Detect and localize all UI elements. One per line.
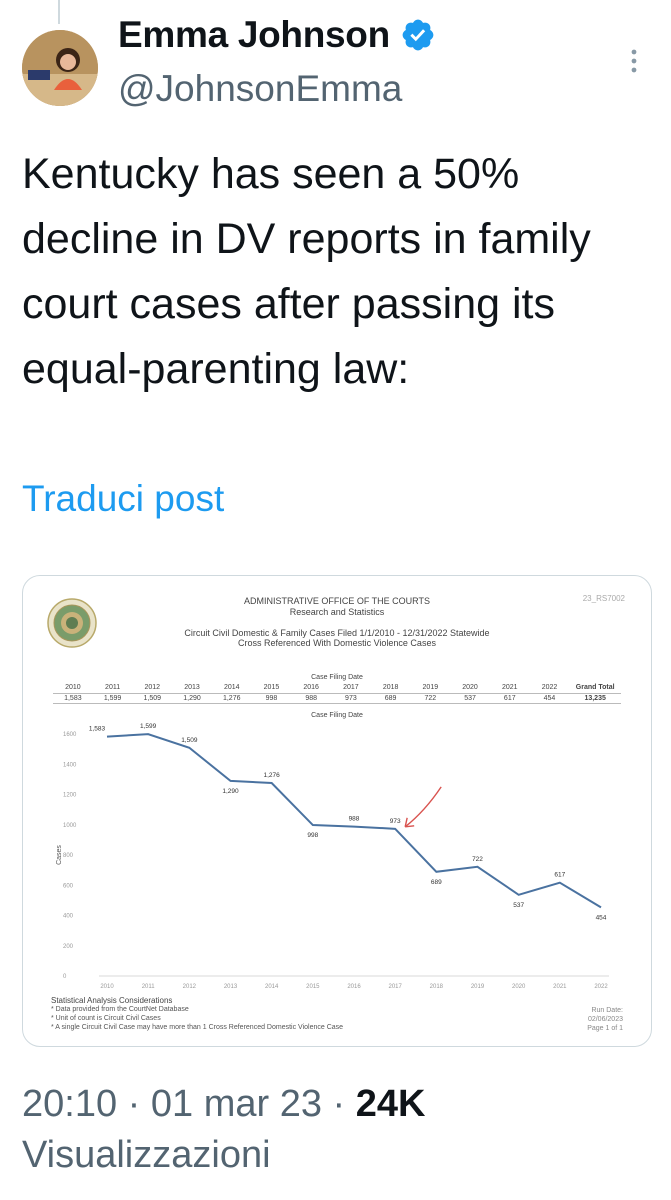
author-handle[interactable]: @JohnsonEmma xyxy=(118,68,402,110)
x-tick-label: 2011 xyxy=(142,984,156,990)
views-label[interactable]: Visualizzazioni xyxy=(22,1134,271,1177)
line-chart: 0 200 400 600 800 1000 1200 1400 1600 2010 2011 201… xyxy=(56,723,609,990)
thread-connector-line xyxy=(58,0,60,24)
x-tick-label: 2010 xyxy=(100,984,114,990)
page-number: Page 1 of 1 xyxy=(587,1025,623,1032)
data-label: 689 xyxy=(431,879,442,886)
x-tick-label: 2016 xyxy=(347,984,361,990)
data-label: 454 xyxy=(596,914,607,921)
x-tick-label: 2021 xyxy=(553,984,567,990)
author-name[interactable]: Emma Johnson xyxy=(118,14,390,56)
y-tick-label: 1000 xyxy=(63,823,77,829)
x-tick-label: 2018 xyxy=(430,984,444,990)
y-tick-label: 0 xyxy=(63,974,67,980)
data-label: 1,290 xyxy=(222,788,239,795)
x-tick-label: 2020 xyxy=(512,984,526,990)
x-tick-label: 2019 xyxy=(471,984,485,990)
y-tick-label: 1400 xyxy=(63,762,77,768)
run-date: 02/06/2023 xyxy=(587,1016,623,1023)
avatar[interactable] xyxy=(22,30,98,106)
x-tick-label: 2022 xyxy=(594,984,608,990)
footer-note: * A single Circuit Civil Case may have m… xyxy=(51,1024,344,1031)
footer-note: * Data provided from the CourtNet Databa… xyxy=(51,1006,189,1013)
x-tick-label: 2014 xyxy=(265,984,279,990)
run-date-label: Run Date: xyxy=(591,1007,623,1014)
attached-image[interactable]: 23_RS7002 ADMINISTRATIVE OFFICE OF THE C… xyxy=(22,575,652,1047)
footer-note: * Unit of count is Circuit Civil Cases xyxy=(51,1015,161,1022)
y-tick-label: 1200 xyxy=(63,793,77,799)
x-tick-label: 2012 xyxy=(183,984,197,990)
tweet-text: Kentucky has seen a 50% decline in DV re… xyxy=(22,150,591,393)
data-label: 722 xyxy=(472,856,483,863)
view-count[interactable]: 24K xyxy=(356,1083,426,1125)
data-label: 1,509 xyxy=(181,737,198,744)
run-info: Run Date: 02/06/2023 Page 1 of 1 xyxy=(587,1006,623,1033)
data-label: 1,599 xyxy=(140,723,157,730)
footer-notes: Statistical Analysis Considerations * Da… xyxy=(51,996,343,1032)
x-tick-label: 2017 xyxy=(388,984,402,990)
y-tick-label: 200 xyxy=(63,944,74,950)
translate-post-link[interactable]: Traduci post xyxy=(22,478,224,520)
data-label: 617 xyxy=(554,872,565,879)
y-tick-label: 400 xyxy=(63,914,74,920)
data-label: 537 xyxy=(513,902,524,909)
x-tick-label: 2015 xyxy=(306,984,320,990)
data-label: 998 xyxy=(307,832,318,839)
y-tick-label: 1600 xyxy=(63,732,77,738)
data-label: 973 xyxy=(390,818,401,825)
verified-badge-icon xyxy=(402,19,434,51)
data-label: 1,276 xyxy=(264,772,281,779)
tweet-date: 01 mar 23 xyxy=(150,1083,322,1125)
y-tick-label: 800 xyxy=(63,853,74,859)
annotation-arrow xyxy=(404,786,442,828)
footer-title: Statistical Analysis Considerations xyxy=(51,996,173,1005)
data-label: 988 xyxy=(349,816,360,823)
data-label: 1,583 xyxy=(89,726,106,733)
x-tick-label: 2013 xyxy=(224,984,238,990)
more-options-icon[interactable] xyxy=(622,46,646,76)
y-axis-label: Cases xyxy=(56,845,63,865)
y-tick-label: 600 xyxy=(63,883,74,889)
tweet-time: 20:10 xyxy=(22,1083,118,1125)
tweet-meta: 20:10 · 01 mar 23 · 24K xyxy=(22,1083,426,1125)
